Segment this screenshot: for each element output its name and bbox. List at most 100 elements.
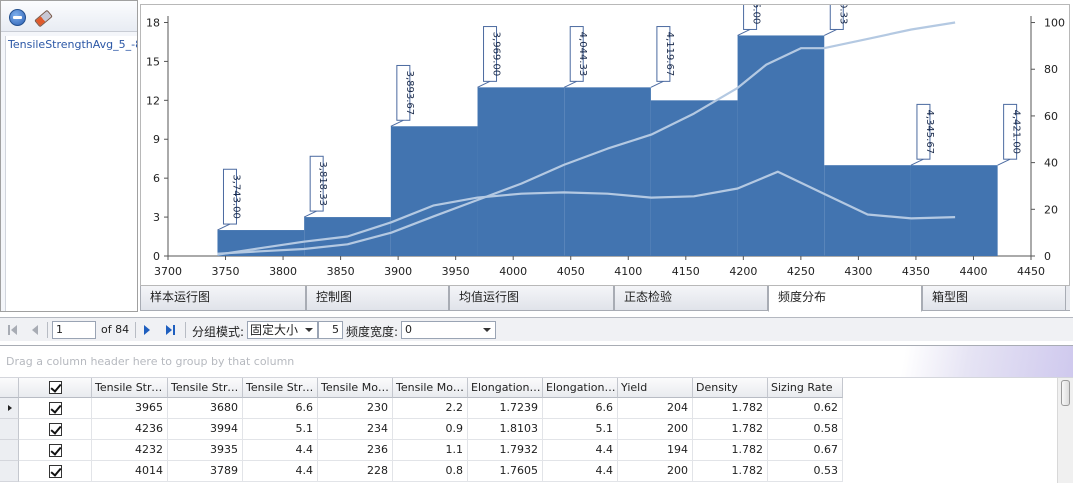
table-cell[interactable]: 5.1 [543, 419, 618, 440]
table-cell[interactable]: 0.8 [393, 461, 468, 482]
tab-mean-run-chart[interactable]: 均值运行图 [449, 286, 614, 311]
eraser-icon[interactable] [34, 9, 51, 26]
page-count-text: of 84 [101, 323, 130, 336]
table-cell[interactable]: 1.7932 [468, 440, 543, 461]
table-row[interactable]: 4014 3789 4.4 228 0.8 1.7605 4.4 200 1.7… [0, 461, 1057, 482]
table-cell[interactable]: 1.1 [393, 440, 468, 461]
table-cell[interactable]: 5.1 [243, 419, 318, 440]
variable-list-item[interactable]: TensileStrengthAvg_5_-85 [6, 36, 137, 53]
table-cell[interactable]: 236 [318, 440, 393, 461]
table-cell[interactable]: 228 [318, 461, 393, 482]
last-page-icon[interactable] [163, 323, 177, 337]
column-header[interactable]: Sizing Rate [768, 378, 843, 398]
bin-edge-label: 4,195.00 [751, 5, 762, 24]
table-cell[interactable]: 3789 [168, 461, 243, 482]
table-cell[interactable]: 4232 [92, 440, 168, 461]
x-tick-label: 4250 [787, 265, 815, 278]
table-cell[interactable]: 200 [618, 419, 693, 440]
row-checkbox[interactable] [49, 423, 62, 436]
table-row[interactable]: 4236 3994 5.1 234 0.9 1.8103 5.1 200 1.7… [0, 419, 1057, 440]
table-cell[interactable]: 3965 [92, 398, 168, 419]
table-cell[interactable]: 3680 [168, 398, 243, 419]
table-cell[interactable]: 1.782 [693, 461, 768, 482]
table-cell[interactable]: 204 [618, 398, 693, 419]
frequency-width-select[interactable]: 0 [401, 321, 496, 339]
table-cell[interactable]: 0.62 [768, 398, 843, 419]
row-checkbox[interactable] [49, 402, 62, 415]
y2-tick-label: 20 [1044, 203, 1058, 216]
column-header[interactable]: Tensile Stre... [92, 378, 168, 398]
bin-edge-label: 3,969.00 [491, 32, 502, 77]
next-page-icon[interactable] [140, 323, 154, 337]
tab-control-chart[interactable]: 控制图 [306, 286, 449, 311]
first-page-icon[interactable] [6, 323, 20, 337]
bin-edge-label: 3,818.33 [317, 161, 328, 206]
table-cell[interactable]: 194 [618, 440, 693, 461]
table-cell[interactable]: 6.6 [543, 398, 618, 419]
row-checkbox[interactable] [49, 465, 62, 478]
bin-edge-label: 4,345.67 [924, 110, 935, 155]
table-cell[interactable]: 4.4 [543, 461, 618, 482]
group-mode-select[interactable]: 固定大小 [247, 321, 318, 339]
table-cell[interactable]: 4.4 [243, 440, 318, 461]
select-all-checkbox[interactable] [49, 381, 62, 394]
pager-toolbar: 1 of 84 分组模式: 固定大小 5 频度宽度: 0 [0, 317, 1073, 341]
column-header[interactable]: Elongation ... [543, 378, 618, 398]
bin-edge-label: 4,119.67 [664, 32, 675, 77]
page-number-input[interactable]: 1 [52, 321, 96, 339]
data-label-leader [910, 158, 924, 166]
table-cell[interactable]: 1.7239 [468, 398, 543, 419]
row-indicator-cell [0, 419, 19, 440]
table-cell[interactable]: 4014 [92, 461, 168, 482]
column-header[interactable]: Tensile Mod... [393, 378, 468, 398]
row-indicator-cell [0, 398, 19, 419]
table-cell[interactable]: 4.4 [243, 461, 318, 482]
table-row[interactable]: 3965 3680 6.6 230 2.2 1.7239 6.6 204 1.7… [0, 398, 1057, 419]
column-header[interactable]: Yield [618, 378, 693, 398]
tab-box-plot[interactable]: 箱型图 [922, 286, 1066, 311]
x-tick-label: 4200 [729, 265, 757, 278]
table-cell[interactable]: 200 [618, 461, 693, 482]
table-cell[interactable]: 2.2 [393, 398, 468, 419]
prev-page-icon[interactable] [28, 323, 42, 337]
tab-frequency-distribution[interactable]: 频度分布 [768, 286, 922, 312]
x-tick-label: 4300 [844, 265, 872, 278]
table-cell[interactable]: 0.58 [768, 419, 843, 440]
tab-sample-run-chart[interactable]: 样本运行图 [140, 286, 306, 311]
table-cell[interactable]: 230 [318, 398, 393, 419]
column-header[interactable]: Density [693, 378, 768, 398]
table-row[interactable]: 4232 3935 4.4 236 1.1 1.7932 4.4 194 1.7… [0, 440, 1057, 461]
table-cell[interactable]: 4.4 [543, 440, 618, 461]
group-by-panel[interactable]: Drag a column header here to group by th… [0, 346, 1073, 378]
column-header[interactable]: Elongation ... [468, 378, 543, 398]
table-cell[interactable]: 4236 [92, 419, 168, 440]
table-cell[interactable]: 0.53 [768, 461, 843, 482]
table-cell[interactable]: 3994 [168, 419, 243, 440]
remove-icon[interactable] [9, 9, 26, 26]
table-cell[interactable]: 1.7605 [468, 461, 543, 482]
table-cell[interactable]: 0.67 [768, 440, 843, 461]
tab-normality-test[interactable]: 正态检验 [614, 286, 768, 311]
table-cell[interactable]: 1.782 [693, 398, 768, 419]
grid-header: Tensile Stre... Tensile Stre... Tensile … [0, 378, 1057, 398]
column-header[interactable]: Tensile Mod... [318, 378, 393, 398]
x-tick-label: 3700 [154, 265, 182, 278]
table-cell[interactable]: 6.6 [243, 398, 318, 419]
data-label-leader [737, 29, 751, 36]
group-size-input[interactable]: 5 [318, 321, 343, 339]
table-cell[interactable]: 1.782 [693, 419, 768, 440]
column-header[interactable]: Tensile Stre... [243, 378, 318, 398]
row-checkbox[interactable] [49, 444, 62, 457]
table-cell[interactable]: 3935 [168, 440, 243, 461]
table-cell[interactable]: 0.9 [393, 419, 468, 440]
row-checkbox-cell [19, 461, 92, 482]
y-tick-label: 6 [153, 172, 160, 185]
scrollbar-thumb[interactable] [1061, 380, 1070, 406]
checkbox-header[interactable] [19, 378, 92, 398]
column-header[interactable]: Tensile Stre... [168, 378, 243, 398]
table-cell[interactable]: 1.8103 [468, 419, 543, 440]
chevron-down-icon [305, 328, 313, 332]
table-cell[interactable]: 1.782 [693, 440, 768, 461]
table-cell[interactable]: 234 [318, 419, 393, 440]
vertical-scrollbar[interactable] [1057, 378, 1073, 483]
